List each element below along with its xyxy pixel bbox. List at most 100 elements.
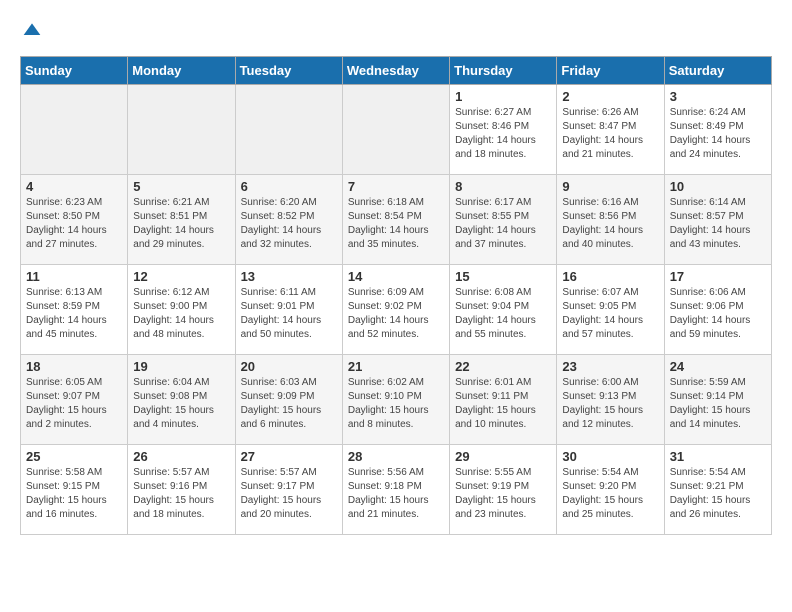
- day-cell: 15Sunrise: 6:08 AMSunset: 9:04 PMDayligh…: [450, 265, 557, 355]
- day-number: 6: [241, 179, 337, 194]
- day-cell: 1 Sunrise: 6:27 AMSunset: 8:46 PMDaylight…: [450, 85, 557, 175]
- day-number: 12: [133, 269, 229, 284]
- week-row-4: 18Sunrise: 6:05 AMSunset: 9:07 PMDayligh…: [21, 355, 772, 445]
- day-cell: 3 Sunrise: 6:24 AMSunset: 8:49 PMDaylight…: [664, 85, 771, 175]
- day-number: 20: [241, 359, 337, 374]
- weekday-friday: Friday: [557, 57, 664, 85]
- day-info: Sunrise: 6:11 AMSunset: 9:01 PMDaylight:…: [241, 286, 337, 342]
- day-cell: 7 Sunrise: 6:18 AMSunset: 8:54 PMDaylight…: [342, 175, 449, 265]
- day-number: 13: [241, 269, 337, 284]
- day-info: Sunrise: 6:08 AMSunset: 9:04 PMDaylight:…: [455, 286, 551, 342]
- week-row-5: 25 Sunrise: 5:58 AMSunset: 9:15 PMDayligh…: [21, 445, 772, 535]
- day-cell: 5 Sunrise: 6:21 AMSunset: 8:51 PMDaylight…: [128, 175, 235, 265]
- day-cell: 22Sunrise: 6:01 AMSunset: 9:11 PMDayligh…: [450, 355, 557, 445]
- day-number: 11: [26, 269, 122, 284]
- day-number: 10: [670, 179, 766, 194]
- day-number: 26: [133, 449, 229, 464]
- day-number: 28: [348, 449, 444, 464]
- day-cell: 31 Sunrise: 5:54 AMSunset: 9:21 PMDayligh…: [664, 445, 771, 535]
- day-number: 21: [348, 359, 444, 374]
- day-info: Sunrise: 5:57 AMSunset: 9:16 PMDaylight:…: [133, 466, 229, 522]
- day-info: Sunrise: 6:27 AMSunset: 8:46 PMDaylight:…: [455, 106, 551, 162]
- day-cell: 17 Sunrise: 6:06 AMSunset: 9:06 PMDayligh…: [664, 265, 771, 355]
- day-cell: 28 Sunrise: 5:56 AMSunset: 9:18 PMDayligh…: [342, 445, 449, 535]
- day-cell: 6 Sunrise: 6:20 AMSunset: 8:52 PMDaylight…: [235, 175, 342, 265]
- day-number: 24: [670, 359, 766, 374]
- day-info: Sunrise: 6:14 AMSunset: 8:57 PMDaylight:…: [670, 196, 766, 252]
- day-number: 31: [670, 449, 766, 464]
- day-info: Sunrise: 6:02 AMSunset: 9:10 PMDaylight:…: [348, 376, 444, 432]
- day-info: Sunrise: 6:09 AMSunset: 9:02 PMDaylight:…: [348, 286, 444, 342]
- day-cell: 12 Sunrise: 6:12 AMSunset: 9:00 PMDayligh…: [128, 265, 235, 355]
- calendar-table: SundayMondayTuesdayWednesdayThursdayFrid…: [20, 56, 772, 535]
- day-cell: 2 Sunrise: 6:26 AMSunset: 8:47 PMDaylight…: [557, 85, 664, 175]
- day-cell: [128, 85, 235, 175]
- day-number: 1: [455, 89, 551, 104]
- day-info: Sunrise: 6:04 AMSunset: 9:08 PMDaylight:…: [133, 376, 229, 432]
- day-cell: 10 Sunrise: 6:14 AMSunset: 8:57 PMDayligh…: [664, 175, 771, 265]
- day-info: Sunrise: 6:13 AMSunset: 8:59 PMDaylight:…: [26, 286, 122, 342]
- day-cell: 16 Sunrise: 6:07 AMSunset: 9:05 PMDayligh…: [557, 265, 664, 355]
- day-info: Sunrise: 6:06 AMSunset: 9:06 PMDaylight:…: [670, 286, 766, 342]
- day-info: Sunrise: 6:20 AMSunset: 8:52 PMDaylight:…: [241, 196, 337, 252]
- day-number: 7: [348, 179, 444, 194]
- day-info: Sunrise: 6:23 AMSunset: 8:50 PMDaylight:…: [26, 196, 122, 252]
- day-cell: [21, 85, 128, 175]
- day-number: 9: [562, 179, 658, 194]
- day-cell: 24 Sunrise: 5:59 AMSunset: 9:14 PMDayligh…: [664, 355, 771, 445]
- week-row-3: 11 Sunrise: 6:13 AMSunset: 8:59 PMDayligh…: [21, 265, 772, 355]
- day-info: Sunrise: 5:55 AMSunset: 9:19 PMDaylight:…: [455, 466, 551, 522]
- day-number: 25: [26, 449, 122, 464]
- day-number: 22: [455, 359, 551, 374]
- day-info: Sunrise: 6:03 AMSunset: 9:09 PMDaylight:…: [241, 376, 337, 432]
- day-info: Sunrise: 6:07 AMSunset: 9:05 PMDaylight:…: [562, 286, 658, 342]
- day-cell: [235, 85, 342, 175]
- day-cell: 23 Sunrise: 6:00 AMSunset: 9:13 PMDayligh…: [557, 355, 664, 445]
- day-number: 17: [670, 269, 766, 284]
- day-cell: 25 Sunrise: 5:58 AMSunset: 9:15 PMDayligh…: [21, 445, 128, 535]
- day-info: Sunrise: 5:56 AMSunset: 9:18 PMDaylight:…: [348, 466, 444, 522]
- day-cell: 18Sunrise: 6:05 AMSunset: 9:07 PMDayligh…: [21, 355, 128, 445]
- day-info: Sunrise: 6:21 AMSunset: 8:51 PMDaylight:…: [133, 196, 229, 252]
- day-info: Sunrise: 6:12 AMSunset: 9:00 PMDaylight:…: [133, 286, 229, 342]
- day-cell: 29 Sunrise: 5:55 AMSunset: 9:19 PMDayligh…: [450, 445, 557, 535]
- day-number: 2: [562, 89, 658, 104]
- day-number: 16: [562, 269, 658, 284]
- day-number: 29: [455, 449, 551, 464]
- day-info: Sunrise: 6:18 AMSunset: 8:54 PMDaylight:…: [348, 196, 444, 252]
- day-cell: 30 Sunrise: 5:54 AMSunset: 9:20 PMDayligh…: [557, 445, 664, 535]
- day-info: Sunrise: 6:17 AMSunset: 8:55 PMDaylight:…: [455, 196, 551, 252]
- day-info: Sunrise: 6:26 AMSunset: 8:47 PMDaylight:…: [562, 106, 658, 162]
- day-cell: 19 Sunrise: 6:04 AMSunset: 9:08 PMDayligh…: [128, 355, 235, 445]
- weekday-monday: Monday: [128, 57, 235, 85]
- day-info: Sunrise: 5:54 AMSunset: 9:20 PMDaylight:…: [562, 466, 658, 522]
- day-number: 18: [26, 359, 122, 374]
- day-info: Sunrise: 6:24 AMSunset: 8:49 PMDaylight:…: [670, 106, 766, 162]
- day-number: 19: [133, 359, 229, 374]
- week-row-2: 4 Sunrise: 6:23 AMSunset: 8:50 PMDaylight…: [21, 175, 772, 265]
- day-number: 30: [562, 449, 658, 464]
- week-row-1: 1 Sunrise: 6:27 AMSunset: 8:46 PMDaylight…: [21, 85, 772, 175]
- day-cell: 21 Sunrise: 6:02 AMSunset: 9:10 PMDayligh…: [342, 355, 449, 445]
- weekday-header-row: SundayMondayTuesdayWednesdayThursdayFrid…: [21, 57, 772, 85]
- logo: [20, 20, 42, 40]
- day-cell: [342, 85, 449, 175]
- weekday-sunday: Sunday: [21, 57, 128, 85]
- page-header: [20, 20, 772, 40]
- day-cell: 8Sunrise: 6:17 AMSunset: 8:55 PMDaylight…: [450, 175, 557, 265]
- day-info: Sunrise: 5:59 AMSunset: 9:14 PMDaylight:…: [670, 376, 766, 432]
- day-info: Sunrise: 5:58 AMSunset: 9:15 PMDaylight:…: [26, 466, 122, 522]
- day-info: Sunrise: 5:54 AMSunset: 9:21 PMDaylight:…: [670, 466, 766, 522]
- day-cell: 20 Sunrise: 6:03 AMSunset: 9:09 PMDayligh…: [235, 355, 342, 445]
- day-number: 4: [26, 179, 122, 194]
- day-cell: 9 Sunrise: 6:16 AMSunset: 8:56 PMDaylight…: [557, 175, 664, 265]
- day-number: 14: [348, 269, 444, 284]
- day-number: 23: [562, 359, 658, 374]
- day-info: Sunrise: 6:16 AMSunset: 8:56 PMDaylight:…: [562, 196, 658, 252]
- day-info: Sunrise: 6:00 AMSunset: 9:13 PMDaylight:…: [562, 376, 658, 432]
- weekday-wednesday: Wednesday: [342, 57, 449, 85]
- day-number: 27: [241, 449, 337, 464]
- day-number: 5: [133, 179, 229, 194]
- day-cell: 26 Sunrise: 5:57 AMSunset: 9:16 PMDayligh…: [128, 445, 235, 535]
- day-number: 3: [670, 89, 766, 104]
